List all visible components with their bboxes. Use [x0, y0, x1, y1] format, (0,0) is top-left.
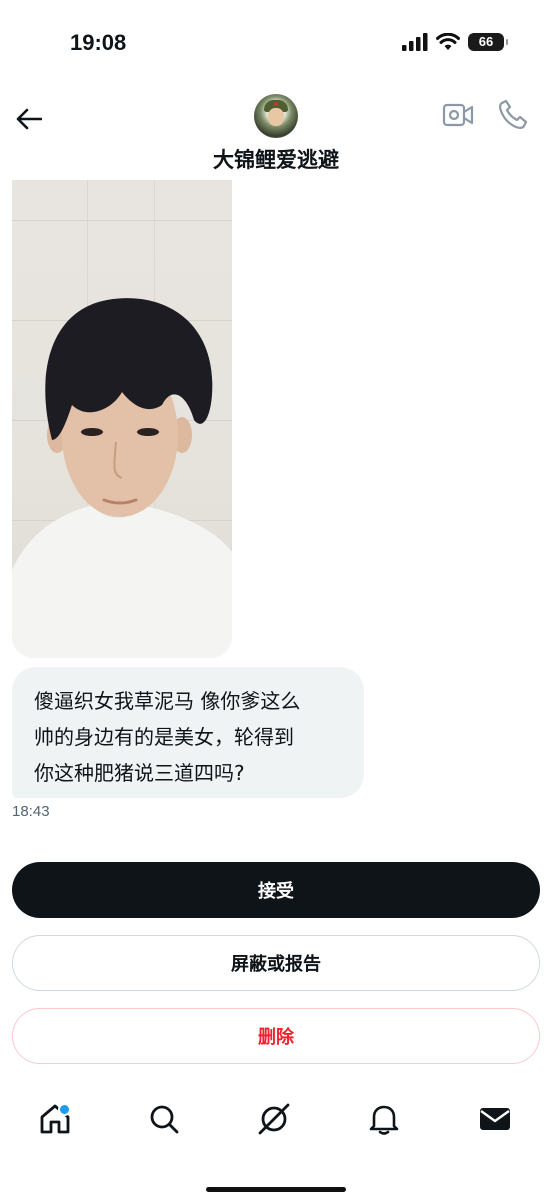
home-indicator [206, 1187, 346, 1192]
conversation-header: 大锦鲤爱逃避 [0, 90, 552, 185]
message-bubble[interactable]: 傻逼织女我草泥马 像你爹这么 帅的身边有的是美女，轮得到 你这种肥猪说三道四吗? [12, 667, 364, 798]
battery-icon: 66 [468, 33, 508, 51]
message-line: 帅的身边有的是美女，轮得到 [34, 725, 294, 749]
wifi-icon [436, 33, 460, 50]
tab-home[interactable] [33, 1097, 77, 1141]
voice-call-button[interactable] [498, 98, 528, 134]
phone-icon [499, 99, 528, 129]
status-bar: 19:08 66 [0, 0, 552, 90]
video-camera-icon [442, 103, 474, 127]
back-button[interactable] [12, 102, 46, 136]
message-line: 你这种肥猪说三道四吗? [34, 761, 245, 785]
portrait-illustration [12, 298, 232, 658]
delete-button[interactable]: 删除 [12, 1008, 540, 1064]
cellular-signal-icon [402, 33, 428, 51]
tab-messages[interactable] [473, 1097, 517, 1141]
notification-dot [58, 1103, 71, 1116]
contact-avatar[interactable] [254, 94, 298, 138]
contact-name[interactable]: 大锦鲤爱逃避 [0, 144, 552, 174]
message-line: 傻逼织女我草泥马 像你爹这么 [34, 689, 301, 713]
grok-icon [258, 1103, 290, 1135]
arrow-left-icon [16, 108, 42, 130]
image-message[interactable] [12, 180, 232, 658]
bottom-tab-bar [0, 1085, 552, 1155]
status-time: 19:08 [70, 30, 127, 55]
battery-level: 66 [478, 34, 494, 49]
avatar-face [268, 108, 284, 126]
search-icon [150, 1105, 179, 1134]
accept-button[interactable]: 接受 [12, 862, 540, 918]
tab-notifications[interactable] [362, 1097, 406, 1141]
bell-icon [369, 1105, 399, 1135]
message-timestamp: 18:43 [12, 803, 50, 820]
system-icons: 66 [402, 33, 508, 51]
tab-search[interactable] [142, 1097, 186, 1141]
tab-grok[interactable] [252, 1097, 296, 1141]
avatar-star [274, 102, 278, 106]
video-call-button[interactable] [442, 100, 474, 134]
mail-icon [480, 1108, 510, 1130]
block-or-report-button[interactable]: 屏蔽或报告 [12, 935, 540, 991]
